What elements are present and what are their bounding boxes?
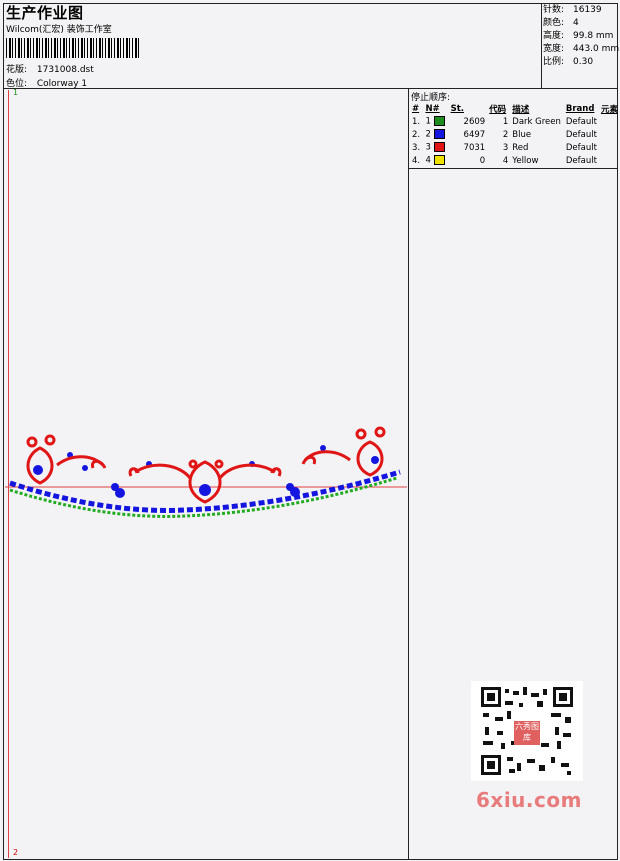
table-header-row: # N# St. 代码 描述 Brand 元素 <box>410 102 620 115</box>
row-code: 4 <box>502 155 509 166</box>
row-stitches: 6497 <box>463 129 486 140</box>
barcode <box>6 38 140 58</box>
row-stitches: 0 <box>479 155 486 166</box>
row-desc: Dark Green <box>512 116 561 127</box>
col-n: N# <box>425 103 440 114</box>
embroidery-preview <box>5 426 407 518</box>
row-n: 1 <box>423 115 448 128</box>
colors-value: 4 <box>573 18 579 28</box>
right-flower-ornament <box>301 426 386 477</box>
row-desc: Yellow <box>512 155 539 166</box>
design-row: 花版: 1731008.dst <box>6 62 94 75</box>
design-label: 花版: <box>6 65 28 75</box>
top-marker: 1 <box>13 88 19 97</box>
row-code: 1 <box>502 116 509 127</box>
color-swatch <box>433 155 445 166</box>
colorway-row: 色位: Colorway 1 <box>6 76 87 89</box>
colorway-label: 色位: <box>6 79 28 89</box>
color-swatch <box>433 129 445 140</box>
row-desc: Red <box>512 142 529 153</box>
color-swatch <box>433 116 445 127</box>
table-row: 3. 3 7031 3 Red Default <box>410 141 620 154</box>
table-divider <box>408 168 618 169</box>
col-brand: Brand <box>565 103 595 114</box>
studio-name: Wilcom(汇宏) 装饰工作室 <box>6 25 112 35</box>
watermark-seal: 六秀图库 <box>514 721 540 745</box>
row-index: 4. <box>412 155 421 166</box>
row-brand: Default <box>565 155 597 166</box>
row-n: 3 <box>423 141 448 154</box>
scale-label: 比例: <box>543 57 565 67</box>
row-element <box>599 115 620 128</box>
color-swatch <box>433 142 445 153</box>
row-n-value: 1 <box>425 116 431 127</box>
stats-divider <box>541 3 542 89</box>
frame-bottom <box>3 859 618 860</box>
watermark-site: 6xiu.com <box>476 788 582 812</box>
width-value: 443.0 mm <box>573 44 620 54</box>
row-index: 1. <box>412 116 421 127</box>
row-code: 3 <box>502 142 509 153</box>
row-index: 2. <box>412 129 421 140</box>
colors-label: 颜色: <box>543 18 565 28</box>
row-brand: Default <box>565 116 597 127</box>
col-desc: 描述 <box>512 104 530 115</box>
scale-value: 0.30 <box>573 57 594 67</box>
row-n-value: 3 <box>425 142 431 153</box>
stitches-value: 16139 <box>573 5 602 15</box>
table-row: 2. 2 6497 2 Blue Default <box>410 128 620 141</box>
row-desc: Blue <box>512 129 532 140</box>
row-n: 4 <box>423 154 448 167</box>
row-brand: Default <box>565 129 597 140</box>
col-stitches: St. <box>450 103 464 114</box>
frame-left <box>3 3 4 860</box>
table-row: 1. 1 2609 1 Dark Green Default <box>410 115 620 128</box>
height-label: 高度: <box>543 31 565 41</box>
col-code: 代码 <box>489 104 507 115</box>
table-row: 4. 4 0 4 Yellow Default <box>410 154 620 167</box>
row-element <box>599 154 620 167</box>
panel-divider <box>408 88 409 860</box>
stitches-label: 针数: <box>543 5 565 15</box>
color-stop-table: # N# St. 代码 描述 Brand 元素 1. 1 2609 1 Dark… <box>410 102 620 167</box>
design-value: 1731008.dst <box>36 65 94 75</box>
design-stats: 针数: 16139 颜色: 4 高度: 99.8 mm 宽度: 443.0 mm 比例:… <box>543 4 619 69</box>
row-n-value: 2 <box>425 129 431 140</box>
row-code: 2 <box>502 129 509 140</box>
row-index: 3. <box>412 142 421 153</box>
col-element: 元素 <box>600 104 618 115</box>
row-brand: Default <box>565 142 597 153</box>
row-element <box>599 128 620 141</box>
left-flower-ornament <box>26 434 107 485</box>
colorway-value: Colorway 1 <box>36 79 88 89</box>
page-title: 生产作业图 <box>6 4 84 22</box>
row-stitches: 2609 <box>463 116 486 127</box>
production-sheet: 生产作业图 Wilcom(汇宏) 装饰工作室 花版: 1731008.dst 色… <box>0 0 620 861</box>
row-n-value: 4 <box>425 155 431 166</box>
col-index: # <box>412 103 420 114</box>
row-element <box>599 141 620 154</box>
bottom-marker: 2 <box>13 848 19 857</box>
row-n: 2 <box>423 128 448 141</box>
frame-top <box>3 3 618 4</box>
height-value: 99.8 mm <box>573 31 614 41</box>
header-divider <box>3 88 618 89</box>
row-stitches: 7031 <box>463 142 486 153</box>
width-label: 宽度: <box>543 44 565 54</box>
